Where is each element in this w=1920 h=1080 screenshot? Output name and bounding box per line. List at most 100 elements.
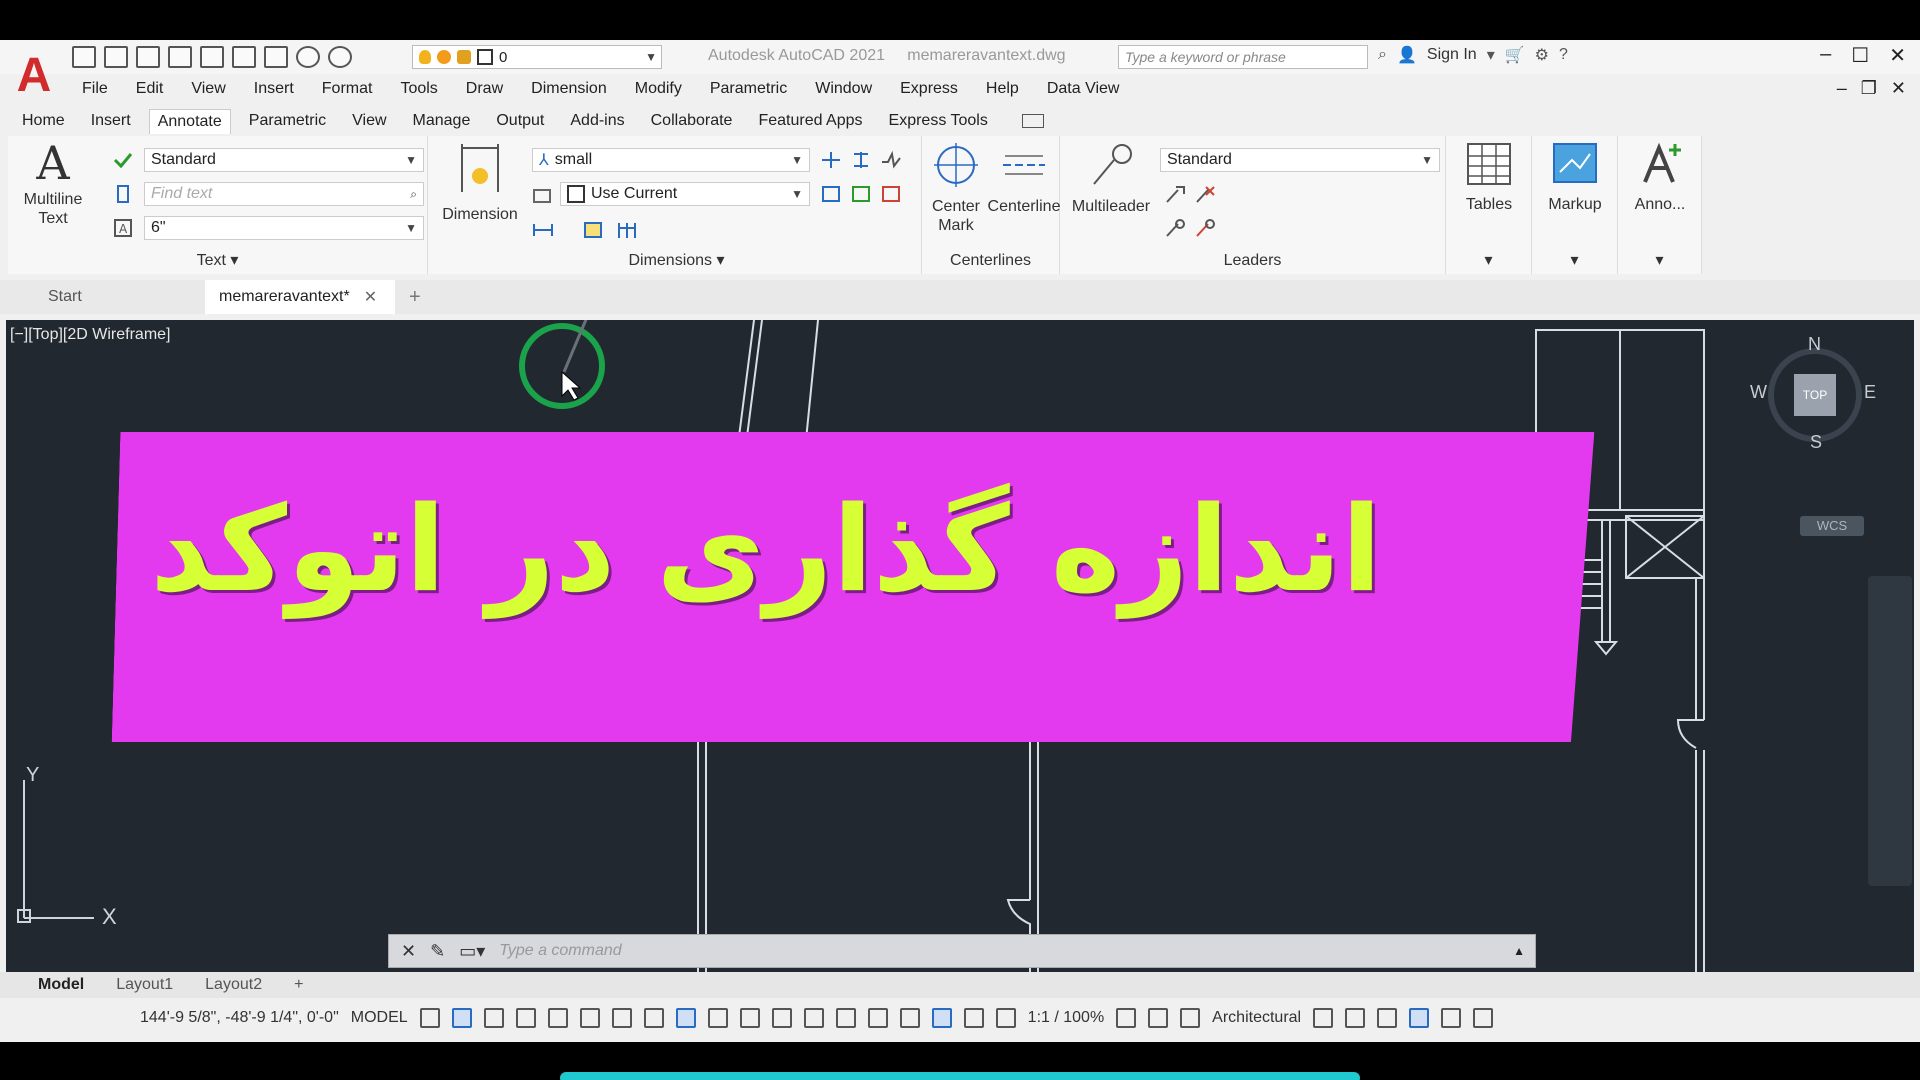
auto-scale-icon[interactable] (963, 1008, 984, 1028)
customization-menu-icon[interactable] (1473, 1008, 1494, 1028)
inspect-icon[interactable] (820, 184, 842, 204)
doc-close-icon[interactable]: ✕ (1891, 78, 1906, 99)
doc-restore-icon[interactable]: ❐ (1861, 78, 1877, 99)
isolate-objects-icon[interactable] (1377, 1008, 1398, 1028)
clean-screen-icon[interactable] (1441, 1008, 1462, 1028)
tab-parametric[interactable]: Parametric (249, 112, 326, 130)
text-height-icon[interactable]: A (112, 218, 134, 238)
snap-icon[interactable] (451, 1008, 472, 1028)
leaders-panel-title[interactable]: Leaders (1060, 252, 1445, 270)
find-text-input[interactable]: Find text ⌕ (144, 182, 424, 206)
menu-parametric[interactable]: Parametric (710, 80, 787, 98)
compass-east[interactable]: E (1864, 382, 1876, 403)
annotation-monitor-icon[interactable] (1148, 1008, 1169, 1028)
dim-layer-icon[interactable] (532, 186, 554, 206)
annotation-scale-icon[interactable] (995, 1008, 1016, 1028)
tables-dropdown-icon[interactable]: ▾ (1446, 250, 1531, 270)
transparency-icon[interactable] (739, 1008, 760, 1028)
find-text-icon[interactable] (112, 184, 134, 204)
close-icon[interactable]: ✕ (1889, 43, 1906, 68)
ribbon-minimize-icon[interactable] (1021, 114, 1044, 128)
magnifier-icon[interactable]: ⌕ (410, 187, 417, 202)
tab-add-ins[interactable]: Add-ins (570, 112, 624, 130)
tab-express-tools[interactable]: Express Tools (889, 112, 988, 130)
tables-button[interactable]: Tables (1452, 142, 1526, 214)
annotation-visibility-icon[interactable] (931, 1008, 952, 1028)
isometric-icon[interactable] (611, 1008, 632, 1028)
reassociate-icon[interactable] (880, 184, 902, 204)
undo-icon[interactable] (296, 46, 320, 68)
cart-icon[interactable]: 🛒 (1505, 45, 1525, 65)
workspace-gear-icon[interactable] (1116, 1008, 1137, 1028)
tab-model[interactable]: Model (38, 976, 84, 994)
selection-filter-icon[interactable] (867, 1008, 888, 1028)
selection-cycling-icon[interactable] (771, 1008, 792, 1028)
viewcube-top-face[interactable]: TOP (1794, 374, 1836, 416)
open-icon[interactable] (104, 46, 128, 68)
check-spelling-icon[interactable] (112, 150, 134, 170)
save-icon[interactable] (136, 46, 160, 68)
menu-express[interactable]: Express (900, 80, 958, 98)
menu-insert[interactable]: Insert (254, 80, 294, 98)
redo-icon[interactable] (328, 46, 352, 68)
new-icon[interactable] (72, 46, 96, 68)
centerline-button[interactable]: Centerline (986, 142, 1062, 216)
help-icon[interactable]: ? (1559, 46, 1568, 64)
tab-featured-apps[interactable]: Featured Apps (758, 112, 862, 130)
jog-line-icon[interactable] (880, 150, 902, 170)
linear-dim-icon[interactable] (532, 220, 554, 240)
menu-window[interactable]: Window (815, 80, 872, 98)
text-style-dropdown[interactable]: Standard ▼ (144, 148, 424, 172)
autocad-logo-icon[interactable]: A (12, 50, 56, 102)
dynamic-ucs-icon[interactable] (835, 1008, 856, 1028)
collect-leader-icon[interactable] (1194, 218, 1216, 238)
menu-edit[interactable]: Edit (136, 80, 164, 98)
object-snap-icon[interactable] (675, 1008, 696, 1028)
multileader-button[interactable]: Multileader (1068, 142, 1154, 216)
add-leader-icon[interactable] (1164, 184, 1186, 204)
dynamic-input-icon[interactable] (515, 1008, 536, 1028)
centerlines-panel-title[interactable]: Centerlines (922, 252, 1059, 270)
search-input[interactable]: Type a keyword or phrase (1118, 45, 1368, 69)
lineweight-icon[interactable] (707, 1008, 728, 1028)
grid-icon[interactable] (419, 1008, 440, 1028)
chevron-up-icon[interactable]: ▲ (1513, 944, 1525, 958)
compass-north[interactable]: N (1808, 334, 1821, 355)
text-panel-title[interactable]: Text ▾ (8, 250, 427, 270)
tab-annotate[interactable]: Annotate (148, 108, 231, 134)
dim-style-dropdown[interactable]: ⅄ small ▼ (532, 148, 810, 172)
tab-layout2[interactable]: Layout2 (205, 976, 262, 994)
dimensions-panel-title[interactable]: Dimensions ▾ (432, 250, 921, 270)
remove-leader-icon[interactable] (1194, 184, 1216, 204)
continue-dim-icon[interactable] (582, 220, 604, 240)
tab-home[interactable]: Home (22, 112, 65, 130)
open-web-icon[interactable] (200, 46, 224, 68)
text-height-dropdown[interactable]: 6" ▼ (144, 216, 424, 240)
coordinates-readout[interactable]: 144'-9 5/8", -48'-9 1/4", 0'-0" (140, 1009, 339, 1027)
object-snap-tracking-icon[interactable] (643, 1008, 664, 1028)
multiline-text-button[interactable]: A Multiline Text (18, 140, 88, 228)
maximize-icon[interactable]: ☐ (1851, 43, 1869, 68)
quick-properties-icon[interactable] (1313, 1008, 1334, 1028)
baseline-dim-icon[interactable] (616, 220, 638, 240)
close-command-icon[interactable]: ✕ (401, 941, 416, 962)
center-mark-button[interactable]: Center Mark (924, 142, 988, 235)
leader-style-dropdown[interactable]: Standard ▼ (1160, 148, 1440, 172)
tab-start[interactable]: Start (0, 280, 205, 314)
adjust-space-icon[interactable] (850, 150, 872, 170)
anno-button[interactable]: Anno... (1624, 142, 1696, 214)
sign-in-button[interactable]: Sign In (1427, 46, 1477, 64)
navigation-bar[interactable] (1868, 576, 1912, 886)
markup-button[interactable]: Markup (1538, 142, 1612, 214)
tab-collaborate[interactable]: Collaborate (651, 112, 733, 130)
menu-help[interactable]: Help (986, 80, 1019, 98)
viewcube[interactable]: TOP N S E W (1750, 334, 1876, 452)
model-space-button[interactable]: MODEL (351, 1009, 408, 1027)
tab-document[interactable]: memareravantext* ✕ (205, 280, 395, 314)
markup-dropdown-icon[interactable]: ▾ (1532, 250, 1617, 270)
tab-output[interactable]: Output (496, 112, 544, 130)
ortho-icon[interactable] (547, 1008, 568, 1028)
compass-west[interactable]: W (1750, 382, 1767, 403)
wcs-menu[interactable]: WCS (1800, 516, 1864, 536)
menu-file[interactable]: File (82, 80, 108, 98)
